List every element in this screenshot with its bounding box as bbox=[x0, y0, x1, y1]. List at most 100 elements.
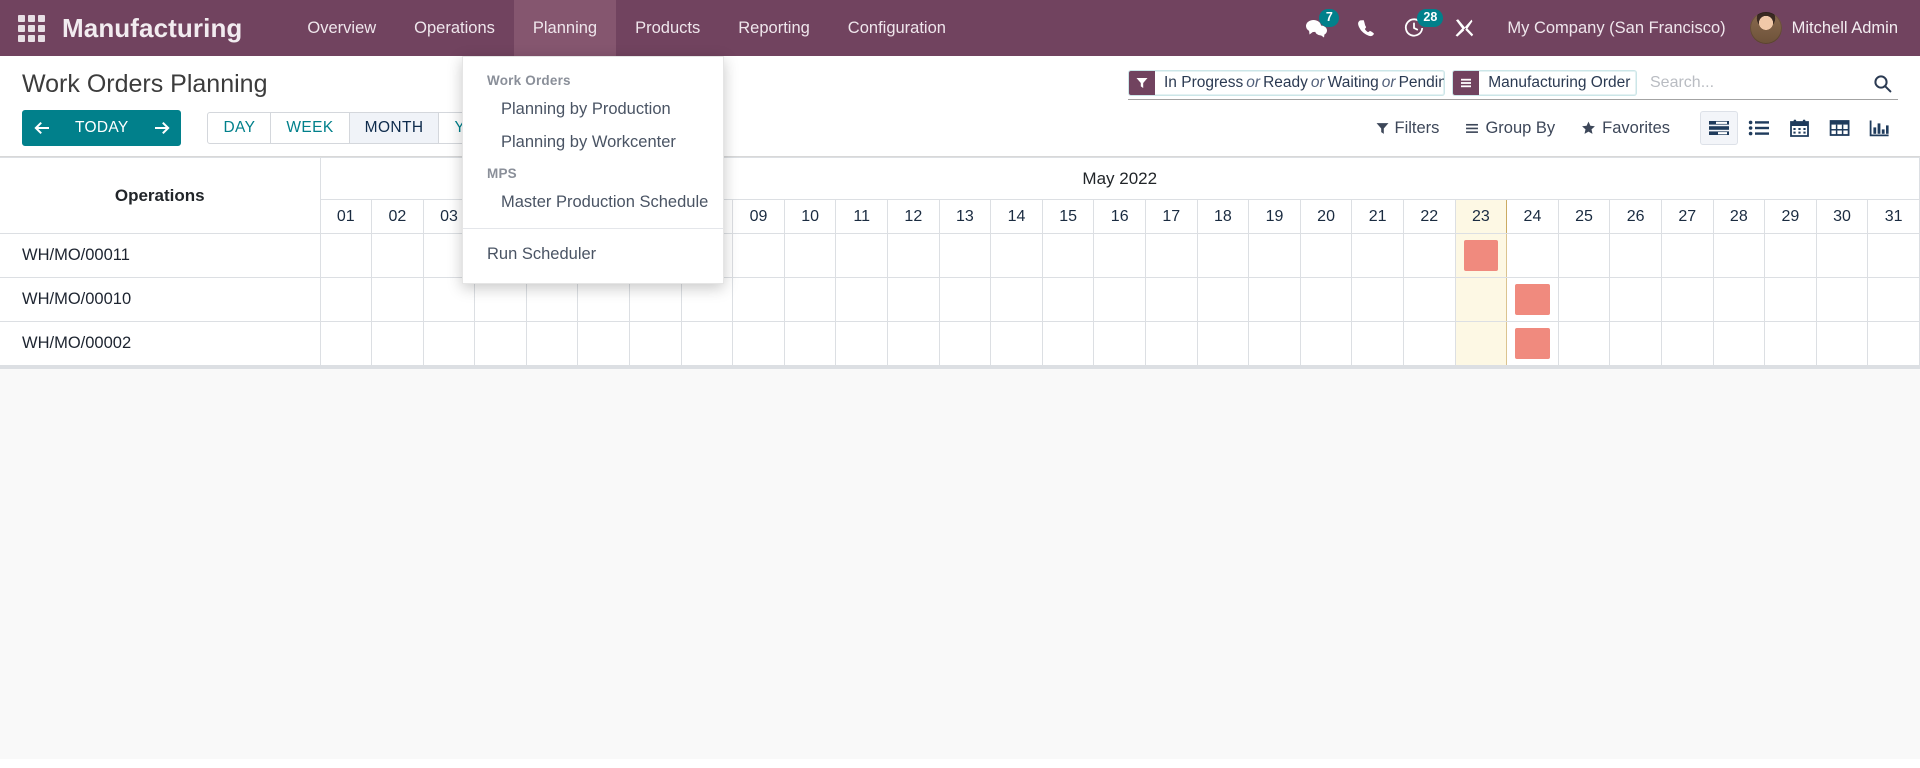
gantt-cell[interactable] bbox=[1765, 322, 1817, 366]
nav-menu-products[interactable]: Products bbox=[616, 0, 719, 56]
gantt-cell[interactable] bbox=[991, 278, 1043, 322]
gantt-cell[interactable] bbox=[1403, 322, 1455, 366]
dropdown-item-planning-by-workcenter[interactable]: Planning by Workcenter bbox=[463, 126, 723, 159]
gantt-cell[interactable] bbox=[1403, 234, 1455, 278]
gantt-bar[interactable] bbox=[1464, 240, 1499, 271]
messages-button[interactable]: 7 bbox=[1291, 0, 1343, 56]
gantt-cell[interactable] bbox=[1713, 278, 1765, 322]
gantt-cell[interactable] bbox=[784, 234, 836, 278]
gantt-cell[interactable] bbox=[320, 234, 372, 278]
activities-button[interactable]: 28 bbox=[1389, 0, 1439, 56]
gantt-cell[interactable] bbox=[784, 322, 836, 366]
gantt-cell[interactable] bbox=[1765, 278, 1817, 322]
gantt-cell[interactable] bbox=[372, 322, 424, 366]
gantt-cell[interactable] bbox=[1661, 278, 1713, 322]
gantt-cell[interactable] bbox=[1249, 234, 1301, 278]
gantt-scale-day[interactable]: DAY bbox=[207, 112, 271, 144]
gantt-cell[interactable] bbox=[320, 322, 372, 366]
gantt-cell[interactable] bbox=[1146, 322, 1198, 366]
group-by-dropdown-button[interactable]: Group By bbox=[1465, 119, 1555, 138]
dropdown-item-run-scheduler[interactable]: Run Scheduler bbox=[463, 238, 723, 271]
gantt-cell[interactable] bbox=[372, 278, 424, 322]
gantt-cell[interactable] bbox=[1403, 278, 1455, 322]
gantt-bar[interactable] bbox=[1515, 284, 1550, 315]
gantt-cell[interactable] bbox=[1352, 234, 1404, 278]
gantt-cell[interactable] bbox=[1610, 234, 1662, 278]
gantt-cell[interactable] bbox=[1558, 322, 1610, 366]
nav-menu-reporting[interactable]: Reporting bbox=[719, 0, 829, 56]
gantt-cell[interactable] bbox=[939, 234, 991, 278]
gantt-cell[interactable] bbox=[1507, 278, 1559, 322]
gantt-cell[interactable] bbox=[1713, 234, 1765, 278]
gantt-cell[interactable] bbox=[836, 322, 888, 366]
gantt-cell[interactable] bbox=[630, 278, 682, 322]
gantt-cell[interactable] bbox=[1146, 234, 1198, 278]
gantt-cell[interactable] bbox=[888, 322, 940, 366]
gantt-bar[interactable] bbox=[1515, 328, 1550, 359]
gantt-cell[interactable] bbox=[1042, 322, 1094, 366]
gantt-cell[interactable] bbox=[526, 278, 578, 322]
gantt-today-button[interactable]: TODAY bbox=[60, 110, 143, 146]
gantt-cell[interactable] bbox=[1094, 278, 1146, 322]
gantt-cell[interactable] bbox=[1352, 322, 1404, 366]
gantt-cell[interactable] bbox=[1868, 278, 1920, 322]
view-button-gantt[interactable] bbox=[1700, 111, 1738, 145]
gantt-cell[interactable] bbox=[1042, 234, 1094, 278]
gantt-cell[interactable] bbox=[939, 278, 991, 322]
dropdown-item-master-production-schedule[interactable]: Master Production Schedule bbox=[463, 186, 723, 219]
view-button-calendar[interactable] bbox=[1780, 111, 1818, 145]
gantt-cell[interactable] bbox=[1507, 322, 1559, 366]
view-button-pivot[interactable] bbox=[1820, 111, 1858, 145]
phone-button[interactable] bbox=[1343, 0, 1389, 56]
company-switcher[interactable]: My Company (San Francisco) bbox=[1489, 19, 1743, 38]
search-facet-groupby[interactable]: Manufacturing Order ✖ bbox=[1452, 70, 1637, 96]
gantt-next-period-button[interactable] bbox=[143, 110, 181, 146]
gantt-cell[interactable] bbox=[1197, 234, 1249, 278]
nav-menu-overview[interactable]: Overview bbox=[288, 0, 395, 56]
gantt-cell[interactable] bbox=[939, 322, 991, 366]
gantt-cell[interactable] bbox=[578, 322, 630, 366]
favorites-dropdown-button[interactable]: Favorites bbox=[1581, 119, 1670, 138]
gantt-cell[interactable] bbox=[1146, 278, 1198, 322]
gantt-row-label[interactable]: WH/MO/00002 bbox=[0, 322, 320, 366]
gantt-cell[interactable] bbox=[578, 278, 630, 322]
gantt-cell[interactable] bbox=[836, 234, 888, 278]
gantt-cell[interactable] bbox=[1197, 278, 1249, 322]
gantt-cell[interactable] bbox=[372, 234, 424, 278]
gantt-cell[interactable] bbox=[1661, 234, 1713, 278]
gantt-cell[interactable] bbox=[1868, 322, 1920, 366]
view-button-list[interactable] bbox=[1740, 111, 1778, 145]
gantt-cell[interactable] bbox=[320, 278, 372, 322]
gantt-cell[interactable] bbox=[1042, 278, 1094, 322]
gantt-cell[interactable] bbox=[733, 278, 785, 322]
gantt-cell[interactable] bbox=[1558, 234, 1610, 278]
gantt-cell[interactable] bbox=[1816, 322, 1868, 366]
gantt-cell[interactable] bbox=[1300, 322, 1352, 366]
gantt-cell[interactable] bbox=[1713, 322, 1765, 366]
gantt-cell[interactable] bbox=[475, 322, 527, 366]
gantt-cell[interactable] bbox=[1455, 322, 1507, 366]
gantt-cell[interactable] bbox=[1197, 322, 1249, 366]
nav-menu-configuration[interactable]: Configuration bbox=[829, 0, 965, 56]
gantt-cell[interactable] bbox=[1352, 278, 1404, 322]
gantt-cell[interactable] bbox=[630, 322, 682, 366]
gantt-cell[interactable] bbox=[1558, 278, 1610, 322]
gantt-cell[interactable] bbox=[1455, 278, 1507, 322]
gantt-cell[interactable] bbox=[526, 322, 578, 366]
user-menu[interactable]: Mitchell Admin bbox=[1744, 12, 1920, 44]
search-facet-state[interactable]: In Progress or Ready or Waiting or Pendi… bbox=[1128, 70, 1445, 96]
view-button-graph[interactable] bbox=[1860, 111, 1898, 145]
gantt-cell[interactable] bbox=[888, 278, 940, 322]
gantt-cell[interactable] bbox=[423, 278, 475, 322]
gantt-cell[interactable] bbox=[1661, 322, 1713, 366]
nav-menu-operations[interactable]: Operations bbox=[395, 0, 514, 56]
gantt-cell[interactable] bbox=[1765, 234, 1817, 278]
app-brand-title[interactable]: Manufacturing bbox=[62, 13, 252, 44]
gantt-row-label[interactable]: WH/MO/00010 bbox=[0, 278, 320, 322]
gantt-cell[interactable] bbox=[991, 234, 1043, 278]
apps-menu-button[interactable] bbox=[0, 0, 62, 56]
gantt-cell[interactable] bbox=[991, 322, 1043, 366]
gantt-cell[interactable] bbox=[1610, 278, 1662, 322]
gantt-prev-period-button[interactable] bbox=[22, 110, 60, 146]
gantt-cell[interactable] bbox=[733, 234, 785, 278]
